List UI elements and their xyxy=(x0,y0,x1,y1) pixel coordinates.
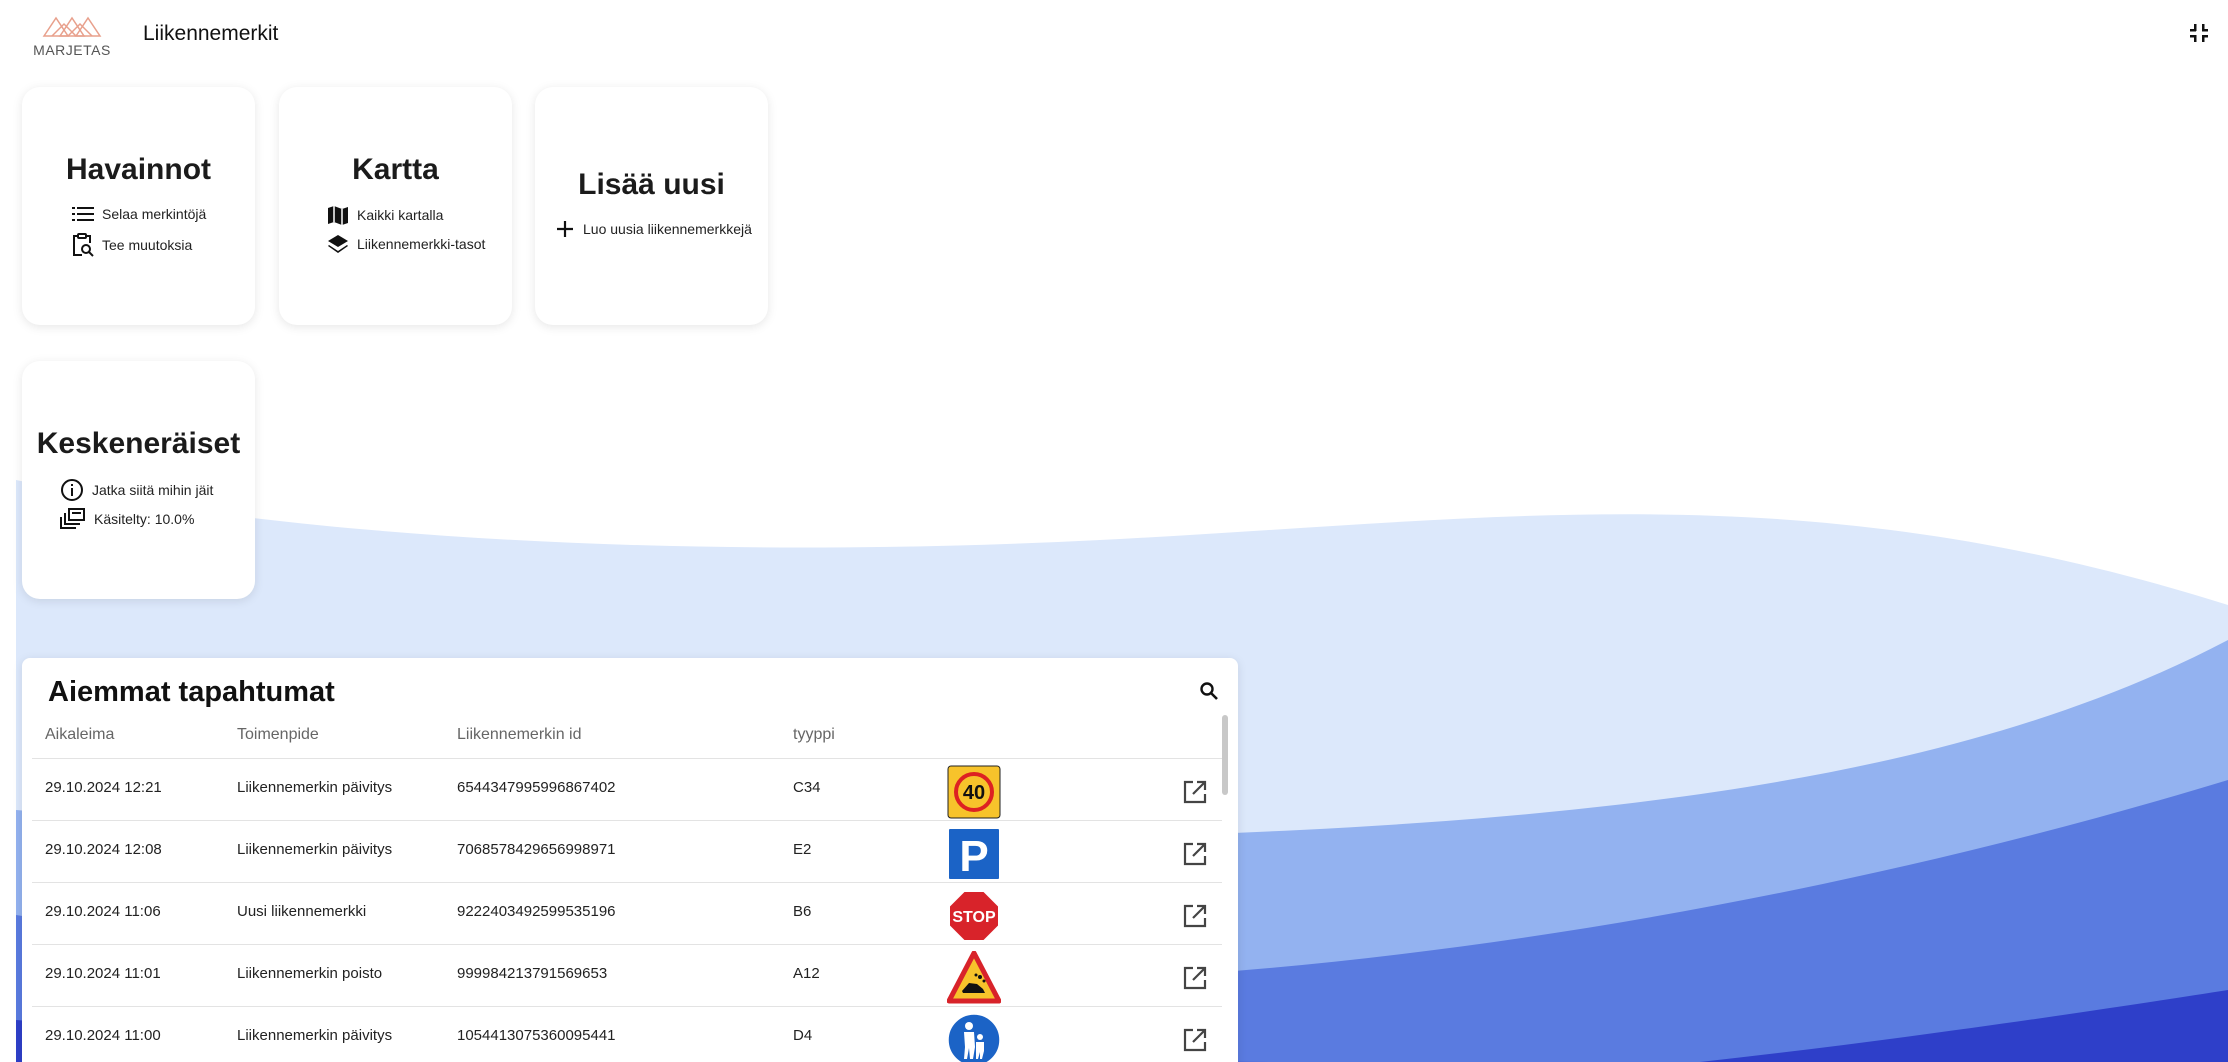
column-header-action[interactable]: Toimenpide xyxy=(237,726,319,744)
logo-text: MARJETAS xyxy=(33,42,111,58)
sign-text: 40 xyxy=(963,782,985,804)
progress-link[interactable]: Käsitelty: 10.0% xyxy=(60,507,194,531)
create-signs-link[interactable]: Luo uusia liikennemerkkejä xyxy=(555,219,752,239)
column-header-sign-id[interactable]: Liikennemerkin id xyxy=(457,726,582,744)
sign-layers-link[interactable]: Liikennemerkki-tasot xyxy=(327,233,485,255)
fullscreen-exit-icon[interactable] xyxy=(2188,22,2210,44)
cell-timestamp: 29.10.2024 11:01 xyxy=(45,965,161,982)
sign-text: P xyxy=(959,832,988,881)
table-row[interactable]: 29.10.2024 12:21 Liikennemerkin päivitys… xyxy=(32,759,1222,821)
continue-link[interactable]: Jatka siitä mihin jäit xyxy=(60,478,213,502)
cell-sign-id: 9222403492599535196 xyxy=(457,903,616,920)
table-row[interactable]: 29.10.2024 11:00 Liikennemerkin päivitys… xyxy=(32,1007,1222,1062)
card-lisaa-uusi[interactable]: Lisää uusi Luo uusia liikennemerkkejä xyxy=(535,87,768,325)
cell-sign-id: 999984213791569653 xyxy=(457,965,608,982)
column-header-timestamp[interactable]: Aikaleima xyxy=(45,726,114,744)
browse-entries-label: Selaa merkintöjä xyxy=(102,206,207,222)
open-in-new-icon[interactable] xyxy=(1182,1027,1208,1053)
table-row[interactable]: 29.10.2024 11:06 Uusi liikennemerkki 922… xyxy=(32,883,1222,945)
open-in-new-icon[interactable] xyxy=(1182,779,1208,805)
loose-gravel-warning-sign xyxy=(947,951,1001,1004)
table-row[interactable]: 29.10.2024 12:08 Liikennemerkin päivitys… xyxy=(32,821,1222,883)
events-title: Aiemmat tapahtumat xyxy=(48,676,335,708)
cell-action: Liikennemerkin päivitys xyxy=(237,1027,393,1044)
edit-entries-link[interactable]: Tee muutoksia xyxy=(72,233,192,257)
map-icon xyxy=(328,206,348,225)
list-icon xyxy=(72,207,94,221)
mountains-logo-icon xyxy=(42,16,102,37)
cell-type: E2 xyxy=(793,841,812,858)
cell-action: Uusi liikennemerkki xyxy=(237,903,367,920)
cell-sign-id: 7068578429656998971 xyxy=(457,841,616,858)
all-on-map-link[interactable]: Kaikki kartalla xyxy=(327,204,443,226)
cell-action: Liikennemerkin poisto xyxy=(237,965,383,982)
sign-layers-label: Liikennemerkki-tasot xyxy=(357,236,486,252)
marjetas-logo[interactable]: MARJETAS xyxy=(32,14,112,58)
search-icon[interactable] xyxy=(1198,680,1220,702)
edit-entries-label: Tee muutoksia xyxy=(102,237,193,253)
create-signs-label: Luo uusia liikennemerkkejä xyxy=(583,221,752,237)
cell-timestamp: 29.10.2024 12:08 xyxy=(45,841,162,858)
table-row[interactable]: 29.10.2024 11:01 Liikennemerkin poisto 9… xyxy=(32,945,1222,1007)
card-kartta[interactable]: Kartta Kaikki kartalla Liikennemerkki-ta… xyxy=(279,87,512,325)
cell-sign-id: 1054413075360095441 xyxy=(457,1027,616,1044)
table-scrollbar[interactable] xyxy=(1222,715,1228,795)
pedestrian-path-sign xyxy=(947,1013,1001,1062)
cell-type: D4 xyxy=(793,1027,813,1044)
card-havainnot[interactable]: Havainnot Selaa merkintöjä Tee muutoksia xyxy=(22,87,255,325)
library-icon xyxy=(60,508,85,529)
all-on-map-label: Kaikki kartalla xyxy=(357,207,444,223)
parking-sign: P xyxy=(947,827,1001,881)
layers-icon xyxy=(328,235,348,253)
continue-label: Jatka siitä mihin jäit xyxy=(92,482,214,498)
card-title: Lisää uusi xyxy=(578,168,725,201)
clipboard-search-icon xyxy=(73,233,94,257)
stop-sign: STOP xyxy=(948,890,1000,942)
cell-sign-id: 6544347995996867402 xyxy=(457,779,616,796)
open-in-new-icon[interactable] xyxy=(1182,841,1208,867)
cell-type: C34 xyxy=(793,779,821,796)
card-title: Keskeneräiset xyxy=(36,427,241,460)
browse-entries-link[interactable]: Selaa merkintöjä xyxy=(72,205,206,223)
cell-action: Liikennemerkin päivitys xyxy=(237,779,393,796)
cell-action: Liikennemerkin päivitys xyxy=(237,841,393,858)
column-header-type[interactable]: tyyppi xyxy=(793,726,835,744)
cell-timestamp: 29.10.2024 12:21 xyxy=(45,779,162,796)
progress-label: Käsitelty: 10.0% xyxy=(94,511,195,527)
card-keskeneraiset[interactable]: Keskeneräiset Jatka siitä mihin jäit Käs… xyxy=(22,361,255,599)
plus-icon xyxy=(557,221,573,237)
cell-type: A12 xyxy=(793,965,820,982)
app-header: MARJETAS Liikennemerkit xyxy=(0,0,2228,70)
cell-timestamp: 29.10.2024 11:00 xyxy=(45,1027,161,1044)
page-title: Liikennemerkit xyxy=(143,22,279,45)
cell-timestamp: 29.10.2024 11:06 xyxy=(45,903,161,920)
speed-limit-40-sign: 40 xyxy=(947,765,1001,819)
cell-type: B6 xyxy=(793,903,812,920)
sign-text: STOP xyxy=(952,909,996,926)
info-icon xyxy=(61,479,83,501)
open-in-new-icon[interactable] xyxy=(1182,965,1208,991)
card-title: Kartta xyxy=(352,153,439,186)
card-title: Havainnot xyxy=(65,153,212,186)
open-in-new-icon[interactable] xyxy=(1182,903,1208,929)
events-table-panel: Aiemmat tapahtumat Aikaleima Toimenpide … xyxy=(22,658,1238,1062)
